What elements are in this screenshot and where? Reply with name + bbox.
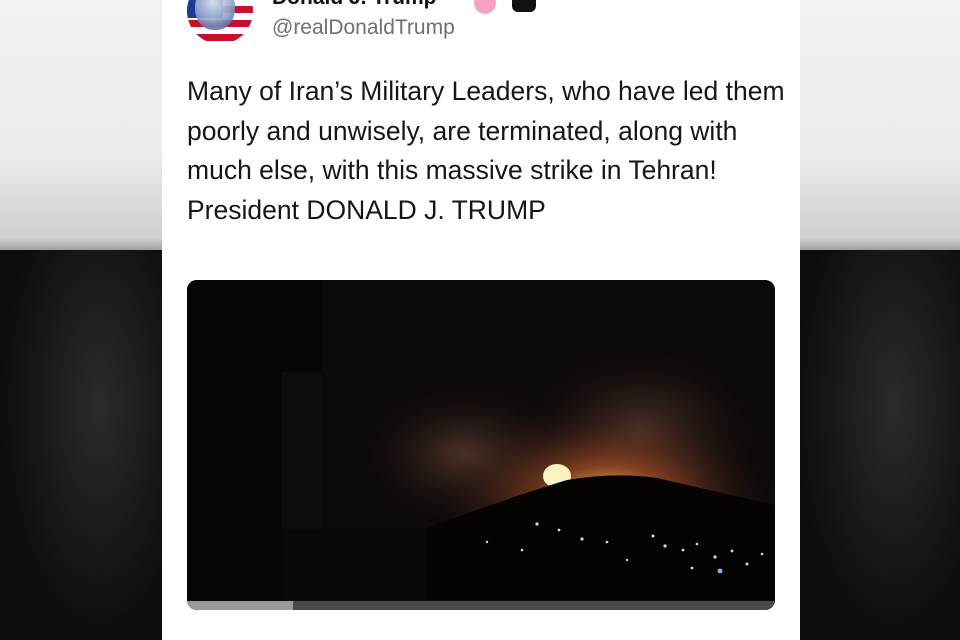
verified-badge-icon [474, 0, 496, 14]
avatar[interactable] [187, 0, 253, 44]
background-blur-right [795, 250, 960, 640]
platform-logo-icon [512, 0, 536, 12]
background-blur-left [0, 250, 165, 640]
video-player[interactable] [187, 280, 775, 610]
video-progress-fill [187, 601, 293, 610]
video-progress-bar[interactable] [187, 601, 775, 610]
video-frame [187, 280, 775, 600]
author-display-name[interactable]: Donald J. Trump [272, 0, 437, 10]
portrait-face [195, 0, 235, 30]
post-text: Many of Iran’s Military Leaders, who hav… [187, 76, 785, 225]
post-card: Donald J. Trump @realDonaldTrump Many of… [162, 0, 800, 640]
author-handle[interactable]: @realDonaldTrump [272, 16, 455, 40]
